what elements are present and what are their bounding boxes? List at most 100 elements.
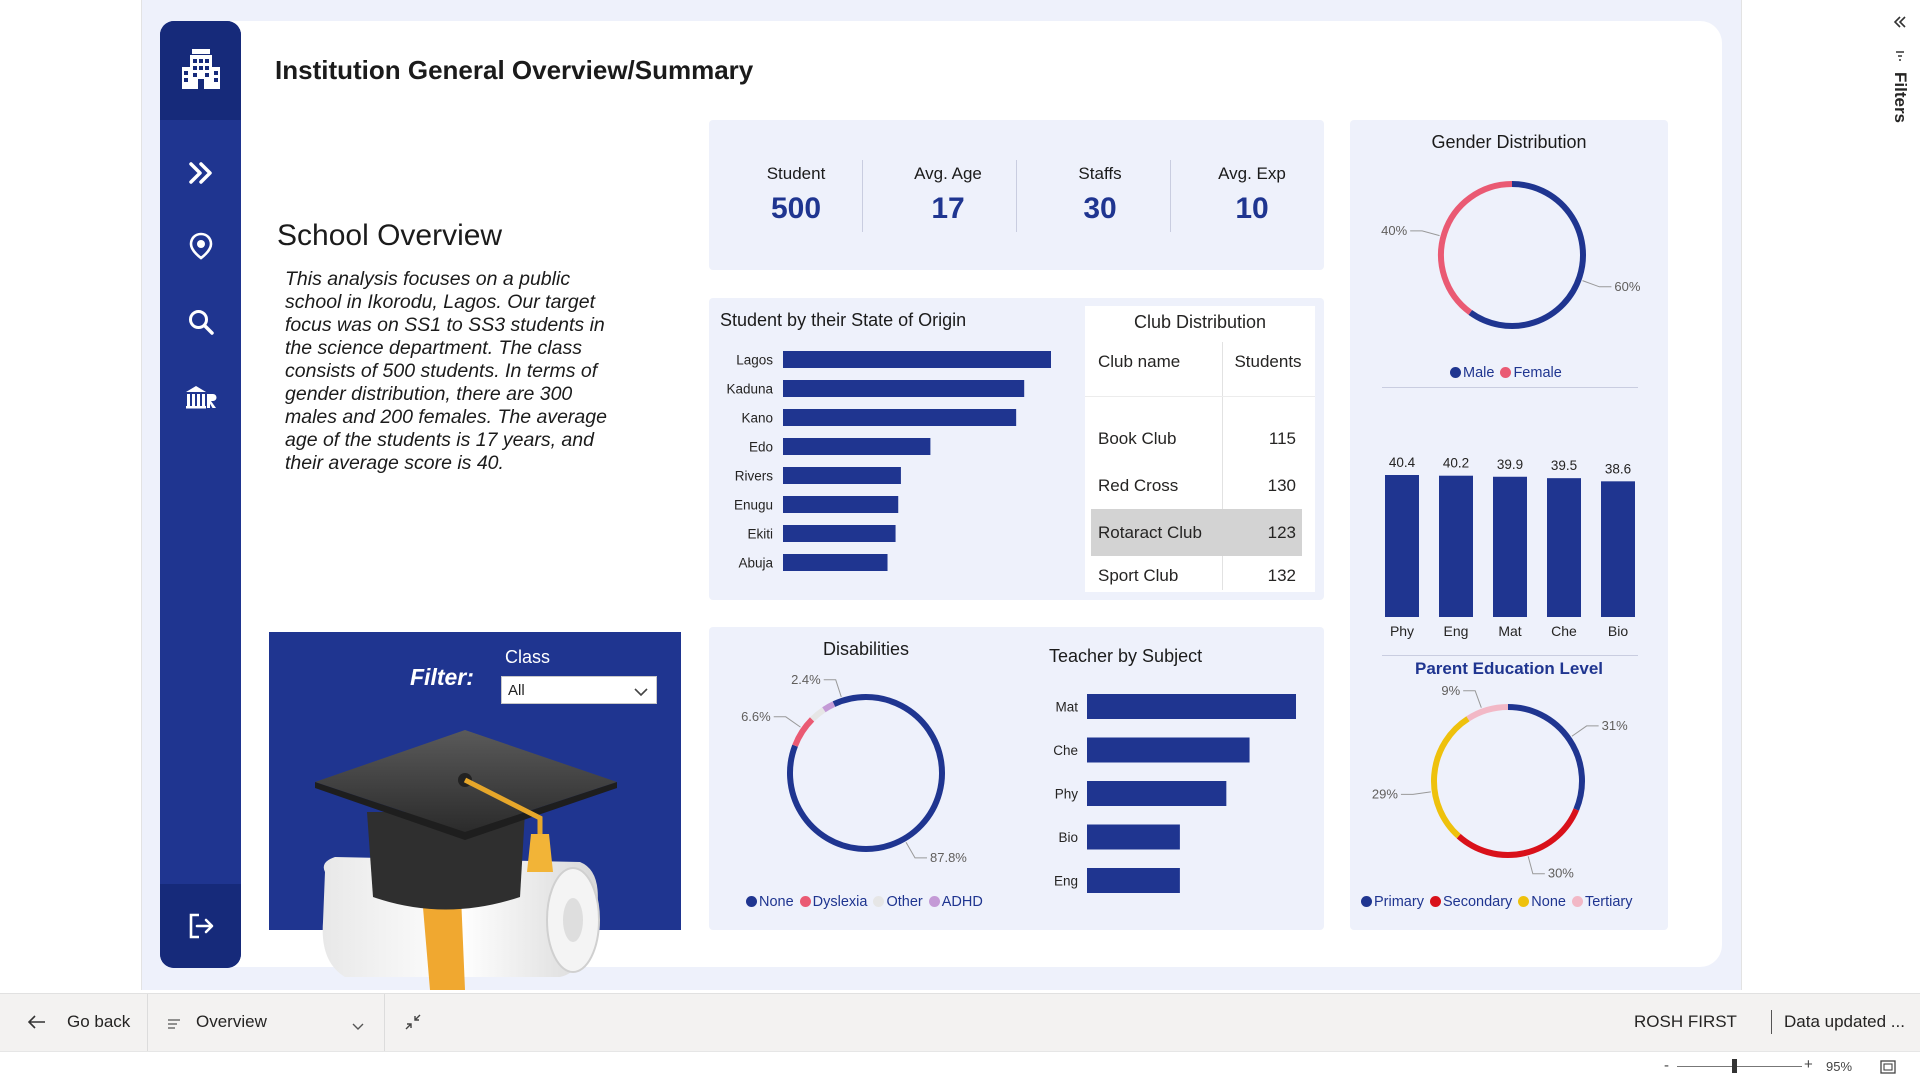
club-header-divider bbox=[1085, 396, 1315, 397]
collapse-icon[interactable] bbox=[405, 1014, 421, 1035]
data-label: 30% bbox=[1548, 866, 1574, 881]
data-label: 38.6 bbox=[1605, 461, 1631, 476]
table-row[interactable]: Book Club 115 bbox=[1091, 415, 1302, 462]
leader-line bbox=[1400, 791, 1431, 795]
legend-item[interactable]: Female bbox=[1500, 365, 1562, 381]
data-label: 29% bbox=[1372, 786, 1398, 801]
divider bbox=[147, 994, 148, 1052]
club-students: 132 bbox=[1267, 566, 1296, 585]
disabilities-legend: None Dyslexia Other ADHD bbox=[746, 894, 989, 910]
club-table: Club Distribution Club name Students Boo… bbox=[1085, 306, 1315, 592]
teacher-subject-title: Teacher by Subject bbox=[1049, 646, 1203, 666]
kpi-card: Student 500 Avg. Age 17 Staffs 30 Avg. E… bbox=[709, 120, 1324, 270]
kpi-label: Student bbox=[766, 164, 826, 183]
institution-icon[interactable] bbox=[160, 385, 241, 409]
zoom-slider-thumb[interactable] bbox=[1732, 1059, 1737, 1073]
data-label: 6.6% bbox=[741, 709, 771, 724]
tick-label: Kano bbox=[741, 411, 773, 426]
kpi-label: Avg. Age bbox=[914, 164, 982, 183]
tick-label: Mat bbox=[1055, 700, 1078, 715]
legend-item[interactable]: Male bbox=[1450, 365, 1494, 381]
chevron-down-icon[interactable] bbox=[352, 1016, 364, 1036]
disabilities-title: Disabilities bbox=[823, 639, 910, 659]
fit-to-page-icon[interactable] bbox=[1880, 1060, 1896, 1077]
club-students: 115 bbox=[1268, 429, 1296, 448]
leader-line bbox=[773, 716, 801, 728]
legend-item[interactable]: None bbox=[1518, 894, 1566, 910]
donut-slice bbox=[822, 701, 836, 713]
data-label: 40% bbox=[1381, 223, 1407, 238]
club-students: 123 bbox=[1267, 523, 1296, 542]
building-icon bbox=[160, 47, 241, 93]
data-updated-status[interactable]: Data updated ... bbox=[1784, 1012, 1905, 1032]
search-icon[interactable] bbox=[160, 309, 241, 335]
tick-label: Che bbox=[1053, 743, 1078, 758]
zoom-in-button[interactable]: + bbox=[1804, 1056, 1813, 1073]
legend-item[interactable]: ADHD bbox=[928, 894, 983, 910]
data-label: 87.8% bbox=[930, 850, 967, 865]
sign-out-icon[interactable] bbox=[160, 912, 241, 940]
bar bbox=[1439, 475, 1473, 617]
kpi-students: Student 500 bbox=[721, 120, 871, 226]
legend-item[interactable]: Tertiary bbox=[1571, 894, 1633, 910]
go-back-button[interactable]: Go back bbox=[67, 1012, 130, 1032]
kpi-divider bbox=[862, 160, 863, 232]
data-label: 39.5 bbox=[1551, 458, 1577, 473]
legend-item[interactable]: Dyslexia bbox=[799, 894, 867, 910]
club-header-name[interactable]: Club name bbox=[1098, 352, 1180, 372]
author-name: ROSH FIRST bbox=[1634, 1012, 1737, 1031]
donut-slice bbox=[792, 717, 815, 747]
legend-item[interactable]: Other bbox=[873, 894, 923, 910]
nav-exit-area bbox=[160, 884, 241, 968]
bar bbox=[1493, 476, 1527, 617]
location-pin-icon[interactable] bbox=[160, 232, 241, 260]
class-slicer-dropdown[interactable]: All bbox=[501, 676, 657, 704]
legend-item[interactable]: Primary bbox=[1361, 894, 1424, 910]
tick-label: Abuja bbox=[738, 556, 773, 571]
divider bbox=[1771, 1010, 1772, 1034]
state-origin-chart: Lagos Kaduna Kano Edo Rivers Enugu Ekiti Abuja bbox=[726, 351, 1051, 571]
tick-label: Lagos bbox=[736, 353, 773, 368]
bar bbox=[783, 380, 1025, 397]
kpi-value: 17 bbox=[931, 192, 965, 225]
tick-label: Bio bbox=[1608, 623, 1628, 639]
tick-label: Edo bbox=[749, 440, 773, 455]
legend-item[interactable]: None bbox=[746, 894, 794, 910]
overview-text: This analysis focuses on a public school… bbox=[285, 268, 607, 474]
page-selector[interactable]: Overview bbox=[196, 1012, 267, 1032]
data-label: 31% bbox=[1602, 718, 1628, 733]
filters-pane-label: Filters bbox=[1891, 72, 1910, 124]
tick-label: Enugu bbox=[734, 498, 773, 513]
filters-pane-collapsed[interactable]: Filters bbox=[1880, 14, 1920, 154]
zoom-slider[interactable] bbox=[1677, 1066, 1802, 1067]
bar bbox=[783, 467, 901, 484]
bar bbox=[783, 409, 1017, 426]
bar bbox=[783, 438, 931, 455]
parent-education-title: Parent Education Level bbox=[1415, 659, 1603, 678]
zoom-out-button[interactable]: - bbox=[1664, 1057, 1669, 1074]
bar bbox=[1087, 737, 1250, 763]
table-row-selected[interactable]: Rotaract Club 123 bbox=[1091, 509, 1302, 556]
chevrons-right-icon[interactable] bbox=[160, 161, 241, 185]
tick-label: Mat bbox=[1498, 623, 1521, 639]
legend-item[interactable]: Secondary bbox=[1429, 894, 1512, 910]
tick-label: Eng bbox=[1444, 623, 1469, 639]
kpi-value: 30 bbox=[1083, 192, 1117, 225]
donut-slice bbox=[1466, 704, 1509, 722]
chevrons-left-icon[interactable] bbox=[1893, 16, 1907, 28]
graduation-cap-image bbox=[315, 730, 617, 990]
arrow-left-icon[interactable] bbox=[27, 1014, 46, 1034]
kpi-staffs: Staffs 30 bbox=[1025, 120, 1175, 226]
donut-slice bbox=[1438, 181, 1513, 315]
divider bbox=[1382, 655, 1638, 656]
club-header-students[interactable]: Students bbox=[1228, 352, 1308, 372]
club-table-title: Club Distribution bbox=[1133, 312, 1267, 332]
page-title: Institution General Overview/Summary bbox=[275, 55, 754, 85]
bar bbox=[783, 496, 899, 513]
club-students: 130 bbox=[1267, 476, 1296, 495]
table-row[interactable]: Sport Club 132 bbox=[1091, 556, 1302, 592]
subject-score-chart: 40.4 Phy 40.2 Eng 39.9 Mat 39.5 Che 38.6 Bio bbox=[1385, 455, 1635, 639]
tick-label: Rivers bbox=[735, 469, 774, 484]
leader-line bbox=[905, 842, 927, 859]
table-row[interactable]: Red Cross 130 bbox=[1091, 462, 1302, 509]
